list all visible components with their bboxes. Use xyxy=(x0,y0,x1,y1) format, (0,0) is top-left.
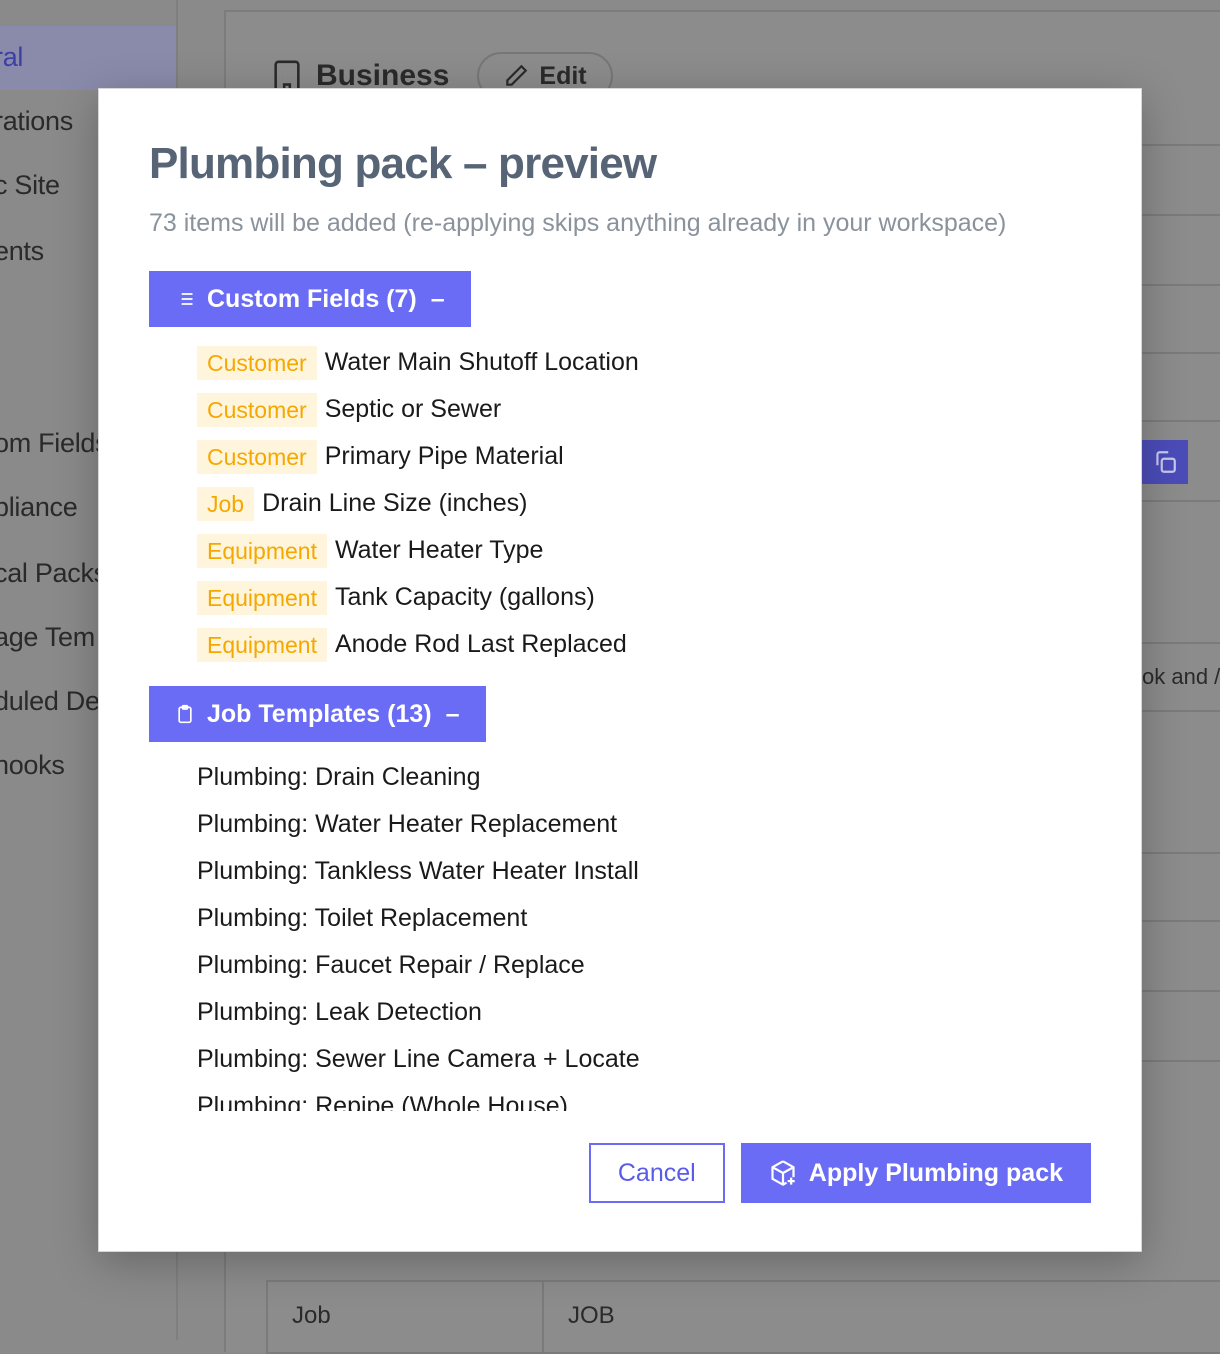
sidebar-item-compliance: pliance xyxy=(0,492,78,522)
modal-subtitle: 73 items will be added (re-applying skip… xyxy=(149,209,1007,237)
pencil-icon xyxy=(503,63,529,89)
sidebar-item-public-site: c Site xyxy=(0,170,60,200)
sidebar-item-webhooks: hooks xyxy=(0,750,65,780)
list-item: Plumbing: Water Heater Replacement xyxy=(197,810,618,838)
apply-pack-button-label: Apply Plumbing pack xyxy=(808,1158,1063,1187)
list-item: Equipment Anode Rod Last Replaced xyxy=(197,621,1109,668)
list-item: Equipment Tank Capacity (gallons) xyxy=(197,574,1109,621)
list-item: Plumbing: Faucet Repair / Replace xyxy=(197,951,585,979)
entity-tag: Equipment xyxy=(197,627,327,662)
list-item: Plumbing: Tankless Water Heater Install xyxy=(197,857,639,885)
background-side-text: ok and / xyxy=(1142,664,1220,689)
background-row-divider xyxy=(1142,920,1220,922)
field-name: Septic or Sewer xyxy=(324,395,502,423)
cancel-button[interactable]: Cancel xyxy=(588,1143,725,1203)
collapse-indicator: – xyxy=(445,699,460,728)
field-name: Anode Rod Last Replaced xyxy=(334,630,627,658)
field-name: Water Main Shutoff Location xyxy=(324,348,639,376)
copy-icon xyxy=(1152,449,1178,475)
custom-fields-list: Customer Water Main Shutoff Location Cus… xyxy=(197,339,1109,668)
background-row-divider xyxy=(1142,990,1220,992)
background-row-divider xyxy=(1142,642,1220,644)
background-row-divider xyxy=(1142,144,1220,146)
background-row-divider xyxy=(1142,352,1220,354)
list-item: Plumbing: Toilet Replacement xyxy=(197,904,528,932)
job-templates-list: Plumbing: Drain Cleaning Plumbing: Water… xyxy=(197,754,1109,1111)
field-name: Water Heater Type xyxy=(334,536,544,564)
custom-fields-section-label: Custom Fields (7) xyxy=(207,284,417,313)
background-row-divider xyxy=(1142,420,1220,422)
list-icon xyxy=(175,289,195,309)
job-templates-section-label: Job Templates (13) xyxy=(207,699,432,728)
custom-fields-section-toggle[interactable]: Custom Fields (7) – xyxy=(149,271,471,327)
sidebar-item-general: ral xyxy=(0,42,24,72)
background-row-divider xyxy=(1142,1060,1220,1062)
edit-button-label: Edit xyxy=(539,61,587,90)
modal-footer: Cancel Apply Plumbing pack xyxy=(588,1143,1091,1203)
apply-pack-button[interactable]: Apply Plumbing pack xyxy=(740,1143,1091,1203)
sidebar-item-payments: ents xyxy=(0,236,44,266)
background-copy-button xyxy=(1142,440,1188,484)
background-row-divider xyxy=(1142,500,1220,502)
background-table-row: Job JOB xyxy=(266,1280,1220,1354)
job-templates-section-toggle[interactable]: Job Templates (13) – xyxy=(149,686,486,742)
collapse-indicator: – xyxy=(430,284,445,313)
package-plus-icon xyxy=(769,1159,797,1187)
modal-title: Plumbing pack – preview xyxy=(149,139,657,188)
sidebar-item-custom-fields: om Fields xyxy=(0,428,109,458)
background-row-divider xyxy=(1142,214,1220,216)
field-name: Tank Capacity (gallons) xyxy=(334,583,595,611)
list-item: Plumbing: Leak Detection xyxy=(197,998,482,1026)
sidebar-item-message-templates: age Tem xyxy=(0,622,95,652)
background-row-divider xyxy=(1142,284,1220,286)
background-row-divider xyxy=(1142,852,1220,854)
field-name: Drain Line Size (inches) xyxy=(262,489,528,517)
sidebar-item-integrations: rations xyxy=(0,106,73,136)
background-table-cell: JOB xyxy=(568,1302,615,1329)
list-item: Plumbing: Drain Cleaning xyxy=(197,763,481,791)
entity-tag: Customer xyxy=(197,392,317,427)
list-item: Customer Septic or Sewer xyxy=(197,386,1109,433)
entity-tag: Equipment xyxy=(197,533,327,568)
pack-preview-modal: Plumbing pack – preview 73 items will be… xyxy=(98,88,1142,1252)
sidebar-active-row xyxy=(0,26,176,90)
entity-tag: Customer xyxy=(197,345,317,380)
list-item: Customer Primary Pipe Material xyxy=(197,433,1109,480)
background-row-divider xyxy=(1142,710,1220,712)
background-table-cell: Job xyxy=(268,1282,544,1352)
list-item: Equipment Water Heater Type xyxy=(197,527,1109,574)
field-name: Primary Pipe Material xyxy=(324,442,564,470)
entity-tag: Equipment xyxy=(197,580,327,615)
entity-tag: Customer xyxy=(197,439,317,474)
list-item: Plumbing: Sewer Line Camera + Locate xyxy=(197,1045,640,1073)
list-item: Plumbing: Repipe (Whole House) xyxy=(197,1092,569,1111)
list-item: Job Drain Line Size (inches) xyxy=(197,480,1109,527)
preview-scroll-area[interactable]: Custom Fields (7) – Customer Water Main … xyxy=(149,271,1109,1111)
entity-tag: Job xyxy=(197,486,255,521)
sidebar-item-vertical-packs: cal Packs xyxy=(0,558,107,588)
sidebar-item-scheduled-deliveries: duled De xyxy=(0,686,100,716)
list-item: Customer Water Main Shutoff Location xyxy=(197,339,1109,386)
clipboard-icon xyxy=(175,704,195,724)
